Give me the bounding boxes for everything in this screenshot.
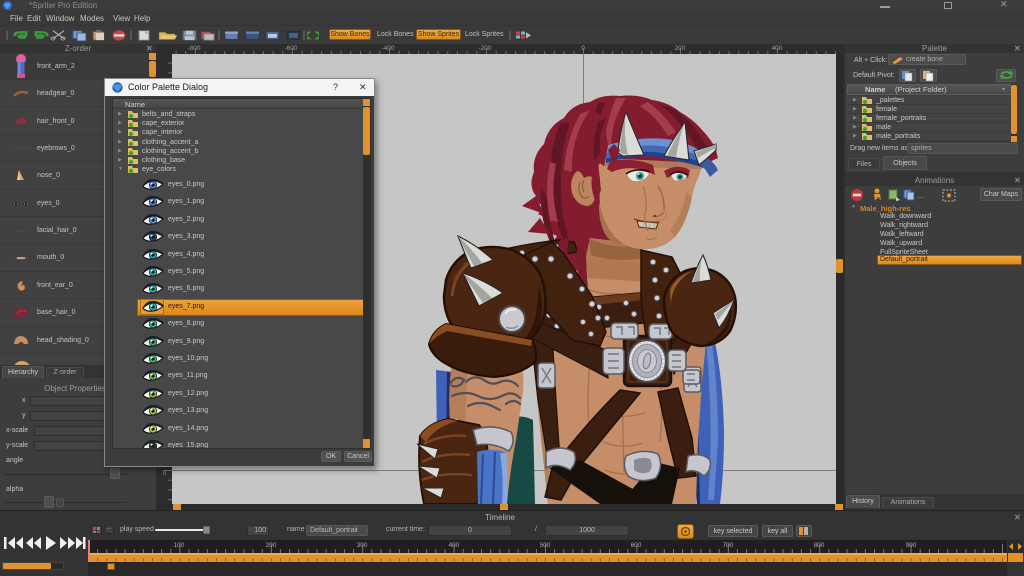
svg-text:0: 0: [581, 45, 585, 52]
svg-text:400: 400: [449, 542, 460, 549]
svg-text:-400: -400: [381, 45, 394, 52]
svg-text:700: 700: [723, 542, 734, 549]
svg-text:600: 600: [631, 542, 642, 549]
svg-text:900: 900: [906, 542, 917, 549]
svg-text:500: 500: [540, 542, 551, 549]
svg-text:-200: -200: [478, 45, 491, 52]
svg-text:200: 200: [266, 542, 277, 549]
svg-text:300: 300: [357, 542, 368, 549]
svg-text:200: 200: [675, 45, 686, 52]
svg-text:800: 800: [814, 542, 825, 549]
svg-text:...: ...: [918, 193, 924, 200]
svg-text:400: 400: [772, 45, 783, 52]
svg-text:-800: -800: [187, 45, 200, 52]
svg-text:100: 100: [174, 542, 185, 549]
svg-text:-600: -600: [284, 45, 297, 52]
